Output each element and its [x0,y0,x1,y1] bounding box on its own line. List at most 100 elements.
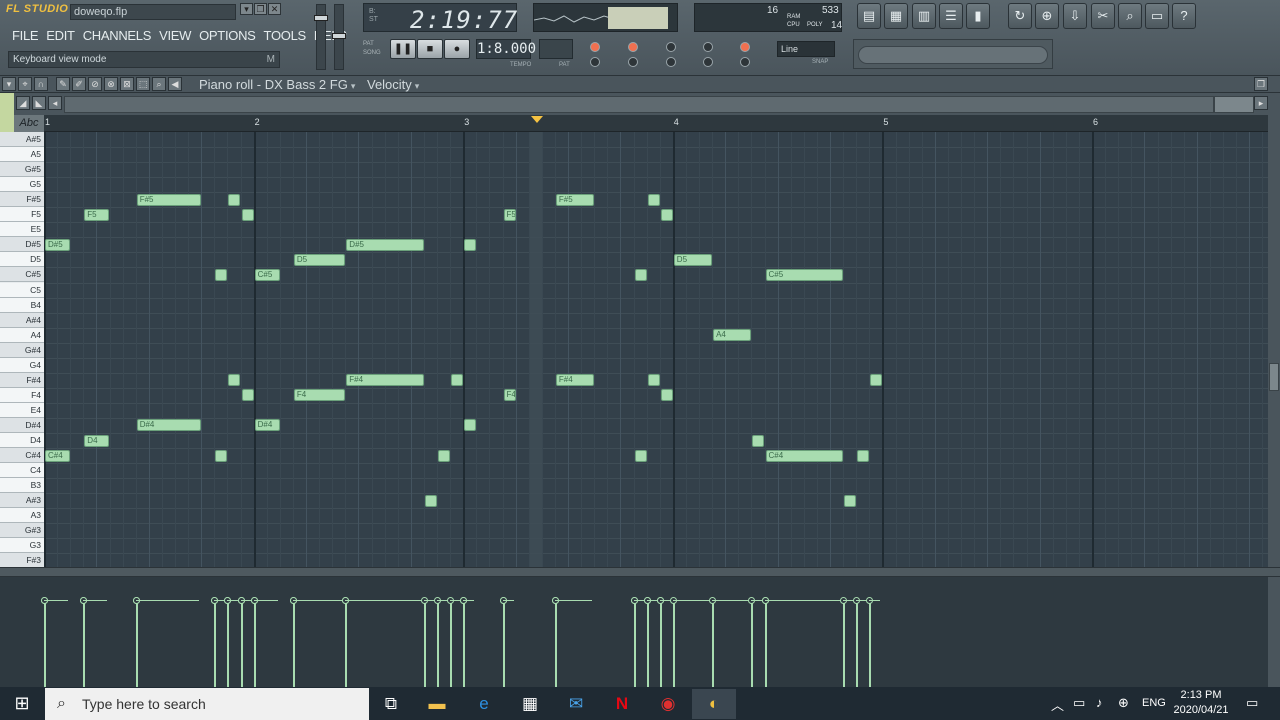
key-a3[interactable]: A3 [0,508,44,524]
velocity-stem[interactable] [44,601,46,687]
note-f4[interactable]: F4 [503,389,516,402]
volume-icon[interactable]: ♪ [1096,695,1103,710]
pat-song-switch[interactable]: PAT SONG [363,40,381,58]
note-f4[interactable] [660,389,673,402]
metronome-radio[interactable] [740,42,750,52]
menu-arrow-icon[interactable]: ▾ [240,3,253,15]
note-fs5[interactable]: F#5 [555,193,595,206]
piano-roll-title[interactable]: Piano roll - DX Bass 2 FG ▾ Velocity ▾ [199,77,419,92]
restore-icon[interactable]: ❐ [254,3,267,15]
master-volume-slider[interactable] [314,4,328,70]
key-g3[interactable]: G3 [0,538,44,554]
overdub-radio[interactable] [666,42,676,52]
note-fs4[interactable]: F#4 [555,374,595,387]
countdown-radio[interactable] [628,42,638,52]
note-f4[interactable]: F4 [293,389,346,402]
velocity-editor[interactable] [0,577,1268,687]
channel-dropdown-icon[interactable]: ▾ [351,81,356,91]
note-f4[interactable] [241,389,254,402]
note-cs4[interactable]: C#4 [45,449,71,462]
key-gs4[interactable]: G#4 [0,342,44,358]
note-ds4[interactable]: D#4 [254,419,280,432]
key-as3[interactable]: A#3 [0,493,44,509]
piano-roll-icon[interactable]: ▥ [912,3,936,29]
key-f4[interactable]: F4 [0,387,44,403]
velocity-stem[interactable] [856,601,859,687]
velocity-stem[interactable] [633,601,636,687]
note-cs4[interactable]: C#4 [765,449,844,462]
search-icon[interactable]: ⌕ [1118,3,1142,29]
menu-view[interactable]: VIEW [155,26,195,46]
select-icon[interactable]: ⬚ [136,77,150,91]
master-pitch-slider[interactable] [332,4,346,70]
taskbar-search[interactable]: ⌕ Type here to search [45,688,369,720]
note-d5[interactable]: D5 [293,253,346,266]
key-ds5[interactable]: D#5 [0,237,44,253]
paint-icon[interactable]: ✐ [72,77,86,91]
snap-icon[interactable]: ∩ [34,77,48,91]
note-cs5[interactable]: C#5 [254,268,280,281]
tray-expand-icon[interactable]: ︿ [1051,695,1064,714]
snap-select[interactable]: Line [777,41,835,57]
velocity-stem[interactable] [253,601,256,687]
menu-channels[interactable]: CHANNELS [79,26,155,46]
key-b4[interactable]: B4 [0,297,44,313]
stop-button[interactable]: ■ [417,39,443,59]
note-labels-toggle[interactable]: Abc [14,115,44,132]
velocity-scrollbar[interactable] [1268,577,1280,687]
key-cs4[interactable]: C#4 [0,448,44,464]
note-fs5[interactable] [647,193,660,206]
velocity-stem[interactable] [869,601,872,687]
vertical-scrollbar[interactable] [1268,93,1280,567]
key-d4[interactable]: D4 [0,433,44,448]
piano-keyboard[interactable]: A#5 A5 G#5 G5 F#5 F5 E5 D#5 D5 C#5 C5 B4 A#4 A4 G#4 G4 F… [0,132,44,567]
note-fs4[interactable]: F#4 [346,374,424,387]
note-a4[interactable]: A4 [713,329,752,342]
export-icon[interactable]: ⇩ [1063,3,1087,29]
menu-tools[interactable]: TOOLS [260,26,310,46]
refresh-icon[interactable]: ↻ [1008,3,1032,29]
note-cs4[interactable] [215,449,228,462]
options-arrow-icon[interactable]: ▾ [2,77,16,91]
key-f5[interactable]: F5 [0,207,44,223]
key-e4[interactable]: E4 [0,402,44,418]
step-sequencer-icon[interactable]: ▦ [884,3,908,29]
note-cs4[interactable] [438,449,451,462]
key-g4[interactable]: G4 [0,357,44,373]
key-ds4[interactable]: D#4 [0,417,44,433]
menu-edit[interactable]: EDIT [42,26,78,46]
velocity-stem[interactable] [135,601,138,687]
key-gs5[interactable]: G#5 [0,162,44,178]
note-fs4[interactable] [228,374,241,387]
playlist-icon[interactable]: ▤ [857,3,881,29]
scroll-right-icon[interactable]: ▸ [1254,96,1268,110]
key-a4[interactable]: A4 [0,327,44,343]
zoom-icon[interactable]: ⌕ [152,77,166,91]
menu-options[interactable]: OPTIONS [195,26,259,46]
battery-icon[interactable]: ▭ [1073,695,1085,711]
loop-mode-radio[interactable] [590,57,600,67]
task-view-icon[interactable]: ⧉ [369,689,413,719]
key-fs5[interactable]: F#5 [0,192,44,208]
network-icon[interactable]: ⊕ [1118,695,1129,711]
note-d5[interactable]: D5 [673,253,713,266]
velocity-stem[interactable] [345,601,348,687]
notification-icon[interactable]: ▭ [1246,695,1258,711]
velocity-stem[interactable] [712,601,715,687]
recorder-icon[interactable]: ◉ [646,689,690,719]
vertical-scroll-thumb[interactable] [1269,363,1279,391]
mute-icon[interactable]: ⊗ [104,77,118,91]
browser-icon[interactable]: ☰ [939,3,963,29]
save-icon[interactable]: ⊕ [1035,3,1059,29]
maximize-icon[interactable]: ❐ [1254,77,1268,91]
key-a5[interactable]: A5 [0,147,44,163]
note-d4[interactable]: D4 [84,434,110,447]
note-ds5[interactable] [464,238,477,251]
key-d5[interactable]: D5 [0,252,44,268]
velocity-stem[interactable] [292,601,295,687]
step-radio[interactable] [628,57,638,67]
note-fs5[interactable]: F#5 [136,193,202,206]
note-ds5[interactable]: D#5 [346,238,424,251]
edge-icon[interactable]: e [462,689,506,719]
note-ds5[interactable]: D#5 [45,238,71,251]
